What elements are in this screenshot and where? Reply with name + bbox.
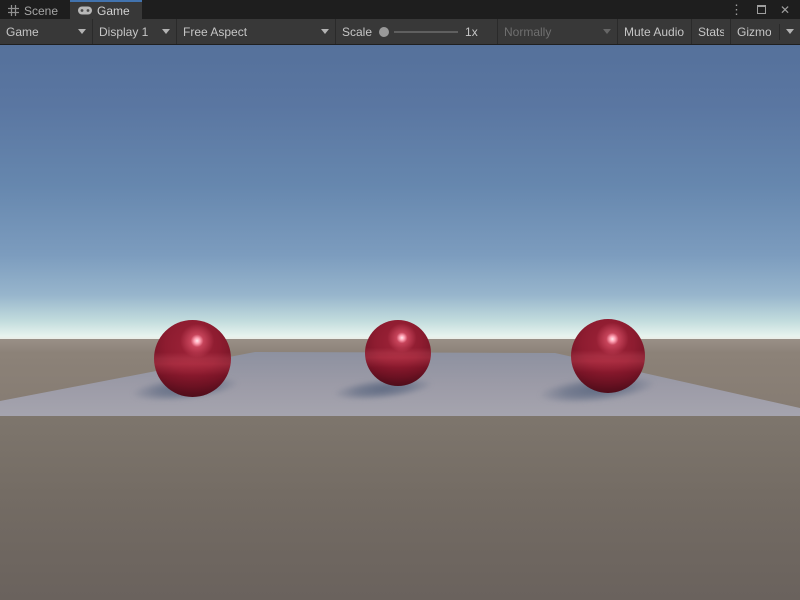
tab-scene[interactable]: Scene [0, 0, 70, 19]
divider [779, 24, 780, 40]
display-target-label: Display 1 [99, 25, 156, 39]
scale-value: 1x [465, 25, 478, 39]
game-view-toolbar: Game Display 1 Free Aspect Scale 1x Norm… [0, 19, 800, 45]
tab-label: Game [97, 4, 130, 18]
maximize-square [757, 5, 766, 14]
mute-audio-button[interactable]: Mute Audio [618, 19, 692, 44]
kebab-menu-icon[interactable]: ⋮ [730, 3, 743, 16]
display-mode-dropdown[interactable]: Game [0, 19, 93, 44]
chevron-down-icon [162, 29, 170, 34]
scale-slider-track[interactable] [394, 31, 458, 33]
unity-game-view-window: Scene Game ⋮ ✕ Game Display 1 [0, 0, 800, 600]
window-controls: ⋮ ✕ [730, 0, 800, 19]
chevron-down-icon [786, 29, 794, 34]
gizmos-dropdown[interactable]: Gizmos [731, 19, 800, 44]
chevron-down-icon [78, 29, 86, 34]
red-sphere-middle [365, 320, 431, 386]
tab-label: Scene [24, 4, 58, 18]
play-focus-label: Normally [504, 25, 597, 39]
gizmos-label: Gizmos [737, 25, 771, 39]
stats-button[interactable]: Stats [692, 19, 731, 44]
display-target-dropdown[interactable]: Display 1 [93, 19, 177, 44]
game-viewport[interactable] [0, 45, 800, 600]
chevron-down-icon [321, 29, 329, 34]
tab-bar-spacer [142, 0, 730, 19]
grid-icon [8, 5, 19, 16]
close-icon[interactable]: ✕ [780, 4, 790, 16]
display-mode-label: Game [6, 25, 72, 39]
aspect-ratio-dropdown[interactable]: Free Aspect [177, 19, 336, 44]
tab-game[interactable]: Game [70, 0, 142, 19]
mute-audio-label: Mute Audio [624, 25, 685, 39]
stats-label: Stats [698, 25, 724, 39]
near-ground [0, 414, 800, 600]
maximize-icon[interactable] [757, 4, 766, 16]
red-sphere-right [571, 319, 645, 393]
play-focus-dropdown: Normally [498, 19, 618, 44]
scale-label: Scale [342, 25, 372, 39]
chevron-down-icon [603, 29, 611, 34]
gamepad-icon [78, 6, 92, 15]
skybox-gradient [0, 45, 800, 341]
tab-bar: Scene Game ⋮ ✕ [0, 0, 800, 19]
scale-slider-knob[interactable] [379, 27, 389, 37]
red-sphere-left [154, 320, 231, 397]
scale-control: Scale 1x [336, 19, 498, 44]
aspect-ratio-label: Free Aspect [183, 25, 315, 39]
